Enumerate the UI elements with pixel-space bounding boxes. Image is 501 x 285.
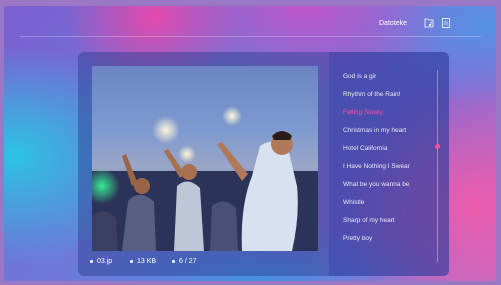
playlist-item-active[interactable]: Falling Slowly bbox=[343, 109, 383, 116]
playlist-item[interactable]: Pretty boy bbox=[343, 235, 372, 242]
playlist-item[interactable]: Sharp of my heart bbox=[343, 217, 395, 224]
page-title: Datoteke bbox=[379, 20, 408, 27]
playlist-item[interactable]: Whistle bbox=[343, 199, 364, 206]
info-position: 6 / 27 bbox=[172, 258, 197, 265]
filename-text: 03.jp bbox=[97, 258, 113, 265]
position-text: 6 / 27 bbox=[179, 258, 197, 265]
playlist-item[interactable]: Hotel California bbox=[343, 145, 387, 152]
file-icon[interactable] bbox=[441, 16, 451, 28]
info-filesize: 13 KB bbox=[130, 258, 156, 265]
playlist-scrollbar[interactable] bbox=[437, 70, 438, 262]
playlist-item[interactable]: God is a gir bbox=[343, 73, 376, 80]
info-filename: 03.jp bbox=[90, 258, 112, 265]
filesize-text: 13 KB bbox=[137, 258, 157, 265]
playlist-item[interactable]: Rhythm of the Rain! bbox=[343, 91, 400, 98]
playlist-item[interactable]: Christmas in my heart bbox=[343, 127, 406, 134]
bullet-icon bbox=[90, 260, 93, 263]
playlist-item[interactable]: What be you wanna be bbox=[343, 181, 410, 188]
folder-music-icon[interactable] bbox=[424, 16, 434, 28]
bullet-icon bbox=[130, 260, 133, 263]
header-divider bbox=[20, 36, 481, 37]
playlist-item[interactable]: I Have Nothing I Swear bbox=[343, 163, 410, 170]
bullet-icon bbox=[172, 260, 175, 263]
photo-preview[interactable] bbox=[92, 66, 318, 251]
